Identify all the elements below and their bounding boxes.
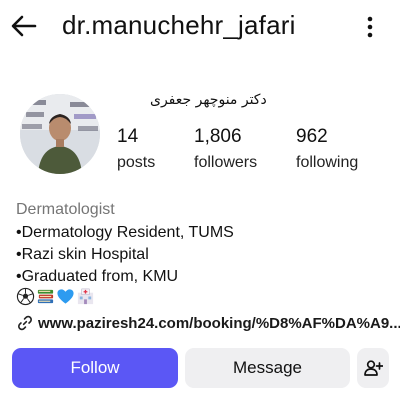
hospital-icon — [77, 288, 94, 305]
followers-stat[interactable]: 1,806 followers — [194, 126, 284, 172]
soccer-ball-icon — [16, 287, 35, 306]
bio-line: •Graduated from, KMU — [16, 268, 179, 285]
profile-username-title: dr.manuchehr_jafari — [62, 10, 296, 40]
suggested-users-button[interactable] — [357, 348, 389, 388]
back-arrow-icon[interactable] — [10, 12, 38, 40]
person-add-icon — [364, 360, 383, 376]
followers-label: followers — [194, 154, 258, 171]
display-name: دکتر منوچهر جعفری — [150, 92, 267, 108]
blue-heart-icon — [57, 289, 74, 304]
bio-line: •Dermatology Resident, TUMS — [16, 224, 234, 241]
avatar-photo — [20, 94, 100, 174]
more-options-icon[interactable] — [360, 14, 380, 40]
profile-category: Dermatologist — [16, 201, 115, 218]
following-stat[interactable]: 962 following — [296, 126, 386, 172]
following-count: 962 — [296, 126, 328, 147]
link-icon — [18, 315, 32, 331]
profile-link-text[interactable]: www.paziresh24.com/booking/%D8%AF%DA%A9.… — [38, 315, 400, 332]
profile-avatar[interactable] — [20, 94, 100, 174]
books-icon — [37, 289, 54, 304]
message-button[interactable]: Message — [185, 348, 350, 388]
followers-count: 1,806 — [194, 126, 242, 147]
following-label: following — [296, 154, 359, 171]
follow-button[interactable]: Follow — [12, 348, 178, 388]
bio-emoji-row — [16, 287, 95, 307]
profile-link[interactable]: www.paziresh24.com/booking/%D8%AF%DA%A9.… — [16, 314, 400, 332]
bio-line: •Razi skin Hospital — [16, 246, 149, 263]
